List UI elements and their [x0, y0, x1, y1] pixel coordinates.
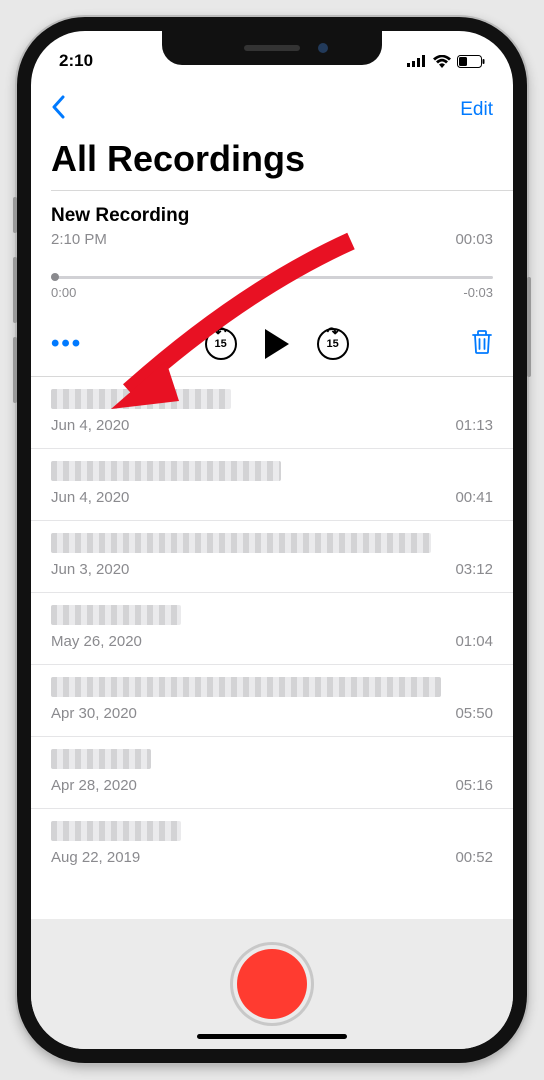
list-item[interactable]: Aug 22, 2019 00:52	[31, 809, 513, 870]
delete-button[interactable]	[471, 329, 493, 360]
status-time: 2:10	[59, 51, 93, 71]
row-duration: 00:52	[455, 849, 493, 866]
scrub-time-right: -0:03	[463, 285, 493, 300]
chevron-left-icon	[51, 95, 65, 119]
row-date: Jun 4, 2020	[51, 489, 129, 506]
row-date: Apr 30, 2020	[51, 705, 137, 722]
record-toolbar	[31, 919, 513, 1049]
row-date: Jun 3, 2020	[51, 561, 129, 578]
scrubber-track	[51, 276, 493, 279]
playback-controls: ••• ↶ 15 ↷ 15	[51, 328, 493, 360]
play-button[interactable]	[265, 329, 289, 359]
record-button[interactable]	[237, 949, 307, 1019]
row-date: Aug 22, 2019	[51, 849, 140, 866]
recording-name[interactable]: New Recording	[51, 205, 493, 227]
row-duration: 03:12	[455, 561, 493, 578]
side-button-silent	[13, 197, 17, 233]
row-duration: 01:04	[455, 633, 493, 650]
undo-arrow-icon: ↶	[215, 324, 227, 341]
blurred-title	[51, 461, 281, 481]
trash-icon	[471, 329, 493, 355]
home-indicator[interactable]	[197, 1034, 347, 1039]
scrub-time-left: 0:00	[51, 285, 76, 300]
row-date: Apr 28, 2020	[51, 777, 137, 794]
battery-icon	[457, 55, 485, 68]
front-camera	[318, 43, 328, 53]
row-duration: 01:13	[455, 417, 493, 434]
page-title: All Recordings	[31, 132, 513, 190]
recording-duration: 00:03	[455, 231, 493, 248]
expanded-recording[interactable]: New Recording 2:10 PM 00:03 0:00 -0:03 •…	[31, 191, 513, 376]
recordings-list[interactable]: Jun 4, 2020 01:13 Jun 4, 2020 00:41 Jun 3,…	[31, 377, 513, 870]
speaker-grille	[244, 45, 300, 51]
row-duration: 05:50	[455, 705, 493, 722]
row-duration: 05:16	[455, 777, 493, 794]
cellular-icon	[407, 55, 427, 67]
list-item[interactable]: Jun 4, 2020 00:41	[31, 449, 513, 521]
list-item[interactable]: May 26, 2020 01:04	[31, 593, 513, 665]
side-button-volume-up	[13, 257, 17, 323]
list-item[interactable]: Jun 4, 2020 01:13	[31, 377, 513, 449]
playback-scrubber[interactable]: 0:00 -0:03	[51, 276, 493, 300]
wifi-icon	[433, 55, 451, 68]
side-button-power	[527, 277, 531, 377]
phone-frame: 2:10 Edit All Recordings New Recording 2…	[17, 17, 527, 1063]
skip-back-15-button[interactable]: ↶ 15	[205, 328, 237, 360]
skip-forward-15-button[interactable]: ↷ 15	[317, 328, 349, 360]
screen: 2:10 Edit All Recordings New Recording 2…	[31, 31, 513, 1049]
back-button[interactable]	[51, 95, 65, 124]
scrubber-thumb[interactable]	[51, 273, 59, 281]
list-item[interactable]: Jun 3, 2020 03:12	[31, 521, 513, 593]
side-button-volume-down	[13, 337, 17, 403]
row-date: Jun 4, 2020	[51, 417, 129, 434]
blurred-title	[51, 389, 231, 409]
notch	[162, 31, 382, 65]
nav-bar: Edit	[31, 79, 513, 132]
redo-arrow-icon: ↷	[327, 324, 339, 341]
blurred-title	[51, 533, 431, 553]
row-duration: 00:41	[455, 489, 493, 506]
recording-timestamp: 2:10 PM	[51, 231, 107, 248]
blurred-title	[51, 749, 151, 769]
edit-button[interactable]: Edit	[460, 99, 493, 121]
list-item[interactable]: Apr 30, 2020 05:50	[31, 665, 513, 737]
list-item[interactable]: Apr 28, 2020 05:16	[31, 737, 513, 809]
status-icons	[407, 55, 485, 68]
more-options-button[interactable]: •••	[51, 330, 82, 358]
row-date: May 26, 2020	[51, 633, 142, 650]
blurred-title	[51, 605, 181, 625]
blurred-title	[51, 677, 441, 697]
blurred-title	[51, 821, 181, 841]
